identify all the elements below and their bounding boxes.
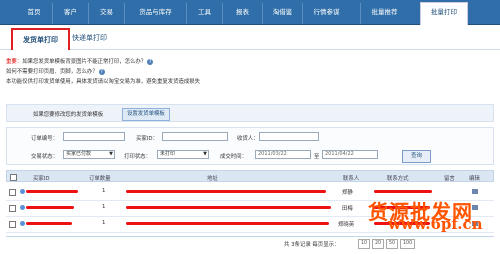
nav-tab-batch-recommend[interactable]: 批量推荐: [360, 3, 408, 24]
buyer-id-input[interactable]: [162, 132, 228, 141]
redacted-buyer-id: [26, 206, 74, 209]
row-quantity: 1: [102, 204, 106, 210]
chevron-down-icon: ▼: [109, 151, 113, 157]
notice-text-2[interactable]: 如何不需要打印页眉、页脚，怎么办？: [6, 69, 98, 75]
nav-tab-home[interactable]: 首页: [16, 3, 52, 24]
redacted-address: [126, 206, 331, 209]
print-status-label: 打印状态：: [124, 154, 151, 160]
notice-block: 重要：如果您发货单模板背景图片不能正常打印，怎么办？? 如何不需要打印页眉、页脚…: [6, 57, 200, 87]
filter-panel: 订单编号： 买家ID： 收货人： 交易状态： 买家已付款 ▼ 打印状态： 未打印 ▼…: [6, 127, 494, 165]
row-contact: 郑静: [342, 190, 353, 196]
nav-tab-goods-inventory[interactable]: 货品与库存: [124, 3, 186, 24]
tab-invoice-print[interactable]: 发货单打印: [11, 28, 70, 50]
print-status-select[interactable]: 未打印 ▼: [157, 150, 209, 159]
nav-tab-taojiejian[interactable]: 淘借鉴: [262, 3, 302, 24]
col-edit: 编辑: [469, 176, 480, 182]
notice-line-3: 本功能仅供打印发货单使用，具体发货请以淘宝交易为准，避免重复发货造成损失: [6, 79, 201, 85]
edit-icon[interactable]: [472, 189, 478, 194]
redacted-phone: [374, 190, 432, 193]
buyer-status-icon: [20, 221, 25, 226]
notice-line-2: 如何不需要打印页眉、页脚，怎么办？?: [6, 67, 200, 77]
nav-tab-batch-print[interactable]: 批量打印: [420, 2, 468, 25]
pagination-bar: 共 3条记录 每页显示： 10 20 50 100: [6, 236, 494, 251]
nav-tab-trades[interactable]: 交易: [88, 3, 124, 24]
page-size-100[interactable]: 100: [400, 239, 416, 249]
template-bar: 如果您要修改您的发货单模板 设置发货单模板: [6, 104, 494, 122]
row-quantity: 1: [102, 188, 106, 194]
receiver-input[interactable]: [259, 132, 319, 141]
row-checkbox[interactable]: [9, 189, 16, 196]
nav-tab-customers[interactable]: 客户: [52, 3, 88, 24]
nav-tab-market[interactable]: 行情参谋: [302, 3, 350, 24]
order-no-input[interactable]: [63, 132, 125, 141]
status-label: 交易状态：: [31, 154, 58, 160]
notice-line-1: 重要：如果您发货单模板背景图片不能正常打印，怎么办？?: [6, 57, 200, 67]
help-icon[interactable]: ?: [98, 68, 105, 75]
redacted-buyer-id: [26, 190, 78, 193]
row-contact: 田梅: [342, 206, 353, 212]
col-buyer-id: 买家ID: [33, 176, 50, 182]
set-template-button[interactable]: 设置发货单模板: [122, 108, 170, 121]
date-separator: 至: [314, 154, 320, 160]
row-checkbox[interactable]: [9, 205, 16, 212]
buyer-id-label: 买家ID：: [136, 136, 158, 142]
help-icon[interactable]: ?: [147, 58, 154, 65]
page-size-20[interactable]: 20: [372, 239, 385, 249]
time-label: 成交时间：: [220, 154, 247, 160]
receiver-label: 收货人：: [237, 136, 259, 142]
page-size-10[interactable]: 10: [358, 239, 371, 249]
notice-text-1[interactable]: 如果您发货单模板背景图片不能正常打印，怎么办？: [22, 59, 146, 65]
sub-tabs: 发货单打印 快递单打印: [0, 25, 500, 50]
row-checkbox[interactable]: [9, 221, 16, 228]
top-navigation: 首页 客户 交易 货品与库存 工具 报表 淘借鉴 行情参谋 批量推荐 批量打印: [0, 0, 500, 25]
nav-tab-reports[interactable]: 报表: [222, 3, 262, 24]
page-size-50[interactable]: 50: [386, 239, 399, 249]
status-select[interactable]: 买家已付款 ▼: [63, 150, 115, 159]
nav-tab-tools[interactable]: 工具: [186, 3, 222, 24]
col-address: 地址: [207, 176, 218, 182]
redacted-address: [126, 190, 326, 193]
col-contact-info: 联系方式: [387, 176, 409, 182]
record-summary: 共 3条记录 每页显示：: [284, 242, 340, 248]
tab-express-print[interactable]: 快递单打印: [72, 28, 107, 48]
row-contact: 郑晓英: [338, 222, 355, 228]
redacted-buyer-id: [26, 222, 72, 225]
watermark-url: www.6pf.cn: [388, 215, 483, 233]
table-header: 买家ID 订单数量 地址 联系人 联系方式 留言 编辑: [6, 170, 494, 182]
template-hint: 如果您要修改您的发货单模板: [33, 112, 104, 118]
date-from-input[interactable]: 2011/03/22: [255, 150, 311, 159]
notice-label: 重要：: [6, 59, 23, 65]
chevron-down-icon: ▼: [203, 151, 207, 157]
redacted-address: [126, 222, 329, 225]
col-message: 留言: [444, 176, 455, 182]
row-quantity: 1: [102, 220, 106, 226]
order-no-label: 订单编号：: [31, 136, 58, 142]
date-to-input[interactable]: 2011/04/22: [322, 150, 378, 159]
col-quantity: 订单数量: [89, 176, 111, 182]
col-contact: 联系人: [343, 176, 360, 182]
select-all-checkbox[interactable]: [10, 174, 17, 181]
buyer-status-icon: [20, 189, 25, 194]
buyer-status-icon: [20, 205, 25, 210]
search-button[interactable]: 查询: [402, 150, 431, 163]
